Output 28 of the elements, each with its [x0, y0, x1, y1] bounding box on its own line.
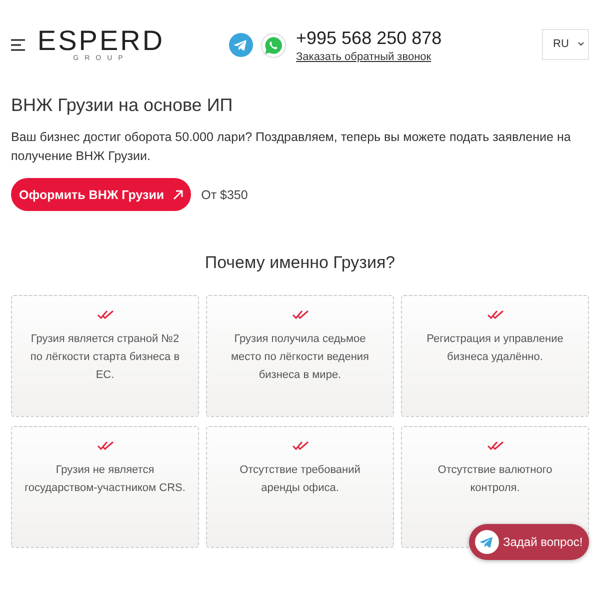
apply-button[interactable]: Оформить ВНЖ Грузии	[11, 178, 192, 211]
whatsapp-icon[interactable]	[261, 32, 286, 58]
card-text: Грузия не является государством-участником CRS.	[24, 463, 186, 496]
hero-title: ВНЖ Грузии на основе ИП	[11, 95, 234, 116]
double-check-icon	[96, 310, 114, 320]
card-text: Грузия получила седьмое место по лёгкости ведения бизнеса в мире.	[230, 332, 370, 383]
ask-question-button[interactable]: Задай вопрос!	[469, 524, 589, 560]
double-check-icon	[486, 310, 504, 320]
double-check-icon	[292, 310, 308, 320]
telegram-icon	[475, 530, 499, 554]
hero-text: Ваш бизнес достиг оборота 50.000 лари? Поздравляем, теперь вы можете подать заявление на получение ВНЖ Грузии.	[11, 129, 572, 165]
phone-number[interactable]: +995 568 250 878	[296, 28, 442, 48]
callback-link[interactable]: Заказать обратный звонок	[296, 50, 442, 62]
card-text: Грузия является страной №2 по лёгкости старта бизнеса в ЕС.	[29, 332, 181, 383]
card-text: Отсутствие валютного контроля.	[436, 463, 554, 496]
arrow-icon	[173, 190, 184, 200]
card-text: Регистрация и управление бизнеса удалённо.	[426, 332, 564, 365]
price-label: От $350	[201, 188, 248, 202]
caret-icon	[578, 42, 584, 46]
logo-name[interactable]: ESPERD	[37, 27, 165, 55]
double-check-icon	[486, 441, 504, 451]
menu-icon[interactable]	[11, 39, 27, 51]
language-select[interactable]: RU	[542, 28, 589, 60]
double-check-icon	[96, 441, 114, 451]
double-check-icon	[292, 441, 308, 451]
telegram-icon[interactable]	[229, 33, 253, 57]
card-text: Отсутствие требований аренды офиса.	[238, 463, 362, 496]
section-title: Почему именно Грузия?	[204, 253, 396, 273]
